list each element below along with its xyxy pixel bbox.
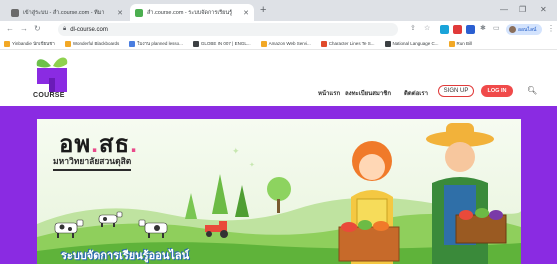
bookmark-label: Character Lines Te S... [328, 41, 375, 46]
tab-title: เข้าสู่ระบบ - สำ.course.com - ที่มา [23, 9, 105, 16]
bookmark-item[interactable]: ใบงาน planned lesso... [129, 40, 183, 47]
bookmark-item[interactable]: GLOBE IN 007 | ENGL... [192, 40, 251, 47]
bookmark-item[interactable]: Yinbandie นักเขียนชา [4, 40, 55, 47]
tab-favicon-icon [11, 8, 19, 17]
svg-text:✦: ✦ [232, 147, 240, 157]
hero-section: ✦ ✦ อพ.สธ. มหาวิทยาลัยสวนดุสิต ระบบจัดกา… [0, 106, 557, 264]
menu-icon[interactable]: ⋮ [547, 24, 555, 33]
bookmark-item[interactable]: National Language C... [384, 40, 439, 47]
close-tab-icon[interactable]: ✕ [243, 9, 249, 17]
bookmark-favicon-icon [129, 40, 136, 47]
log-in-button[interactable]: LOG IN [481, 85, 513, 97]
nav-home-link[interactable]: หน้าแรก [318, 88, 340, 98]
bookmark-favicon-icon [448, 40, 455, 47]
profile-button[interactable]: ออนไลน์ [506, 24, 542, 35]
share-icon[interactable]: ⇪ [410, 24, 416, 32]
hero-banner: ✦ ✦ อพ.สธ. มหาวิทยาลัยสวนดุสิต ระบบจัดกา… [37, 119, 521, 264]
bookmark-favicon-icon [4, 40, 10, 47]
minimize-icon[interactable]: — [500, 5, 508, 14]
tab-favicon-icon [135, 8, 143, 17]
bookmark-favicon-icon [260, 40, 267, 47]
bookmark-item[interactable]: Amazon Web Servi... [260, 40, 311, 47]
lock-icon: 🔒︎ [63, 26, 67, 32]
bookmark-favicon-icon [64, 40, 71, 47]
address-url: dl-course.com [70, 26, 108, 33]
svg-text:✦: ✦ [249, 161, 255, 169]
bookmark-label: GLOBE IN 007 | ENGL... [200, 41, 251, 46]
forward-icon[interactable]: → [20, 24, 28, 33]
logo-text: COURSE [33, 92, 65, 99]
browser-tab-2[interactable]: สำ.course.com - ระบบจัดการเรียนรู้ ✕ [130, 4, 254, 21]
bookmark-label: National Language C... [392, 41, 439, 46]
bookmark-favicon-icon [320, 40, 327, 47]
bookmark-favicon-icon [384, 40, 391, 47]
bookmark-label: Yinbandie นักเขียนชา [12, 41, 55, 46]
sign-up-button[interactable]: SIGN UP [438, 85, 474, 97]
tab-title: สำ.course.com - ระบบจัดการเรียนรู้ [147, 9, 233, 16]
nav-register-link[interactable]: ลงทะเบียนสมาชิก [345, 88, 391, 98]
maximize-icon[interactable]: ❐ [519, 5, 526, 14]
hero-caption: ระบบจัดการเรียนรู้ออนไลน์ [61, 250, 190, 262]
avatar [509, 26, 516, 33]
bookmark-label: ใบงาน planned lesso... [137, 41, 183, 46]
close-window-icon[interactable]: ✕ [540, 5, 547, 14]
bookmark-item[interactable]: Run Bill [448, 40, 473, 47]
nav-contact-link[interactable]: ติดต่อเรา [404, 88, 428, 98]
browser-tab-strip: เข้าสู่ระบบ - สำ.course.com - ที่มา ✕ สำ… [0, 0, 557, 21]
browser-tab-1[interactable]: เข้าสู่ระบบ - สำ.course.com - ที่มา ✕ [6, 4, 128, 21]
extension-icon[interactable] [440, 25, 449, 34]
bookmark-label: Amazon Web Servi... [268, 41, 311, 46]
extension-icon[interactable] [466, 25, 475, 34]
profile-label: ออนไลน์ [518, 26, 537, 33]
close-tab-icon[interactable]: ✕ [117, 9, 123, 17]
reload-icon[interactable]: ↻ [34, 24, 41, 33]
bookmark-label: Wonderful Blackboards [72, 41, 120, 46]
back-icon[interactable]: ← [6, 24, 14, 33]
address-bar[interactable]: 🔒︎ dl-course.com [58, 23, 398, 36]
bookmark-label: Run Bill [456, 41, 473, 46]
browser-toolbar: ← → ↻ 🔒︎ dl-course.com ⇪ ☆ ✱ ▭ ออนไลน์ ⋮ [0, 21, 557, 38]
bookmarks-bar: Yinbandie นักเขียนชา Wonderful Blackboard… [0, 38, 557, 50]
side-panel-icon[interactable]: ▭ [493, 24, 500, 32]
extensions-puzzle-icon[interactable]: ✱ [480, 24, 486, 32]
bookmark-favicon-icon [192, 40, 199, 47]
search-icon[interactable]: 🔍︎ [527, 86, 537, 95]
hero-title-dot: . [130, 131, 138, 158]
new-tab-button[interactable]: + [260, 4, 266, 16]
hero-subtitle: มหาวิทยาลัยสวนดุสิต [53, 154, 132, 171]
bookmark-item[interactable]: Wonderful Blackboards [64, 40, 120, 47]
extension-icon[interactable] [453, 25, 462, 34]
site-header: COURSE หน้าแรก ลงทะเบียนสมาชิก ติดต่อเรา… [0, 50, 557, 106]
bookmark-item[interactable]: Character Lines Te S... [320, 40, 375, 47]
bookmark-star-icon[interactable]: ☆ [424, 24, 430, 32]
